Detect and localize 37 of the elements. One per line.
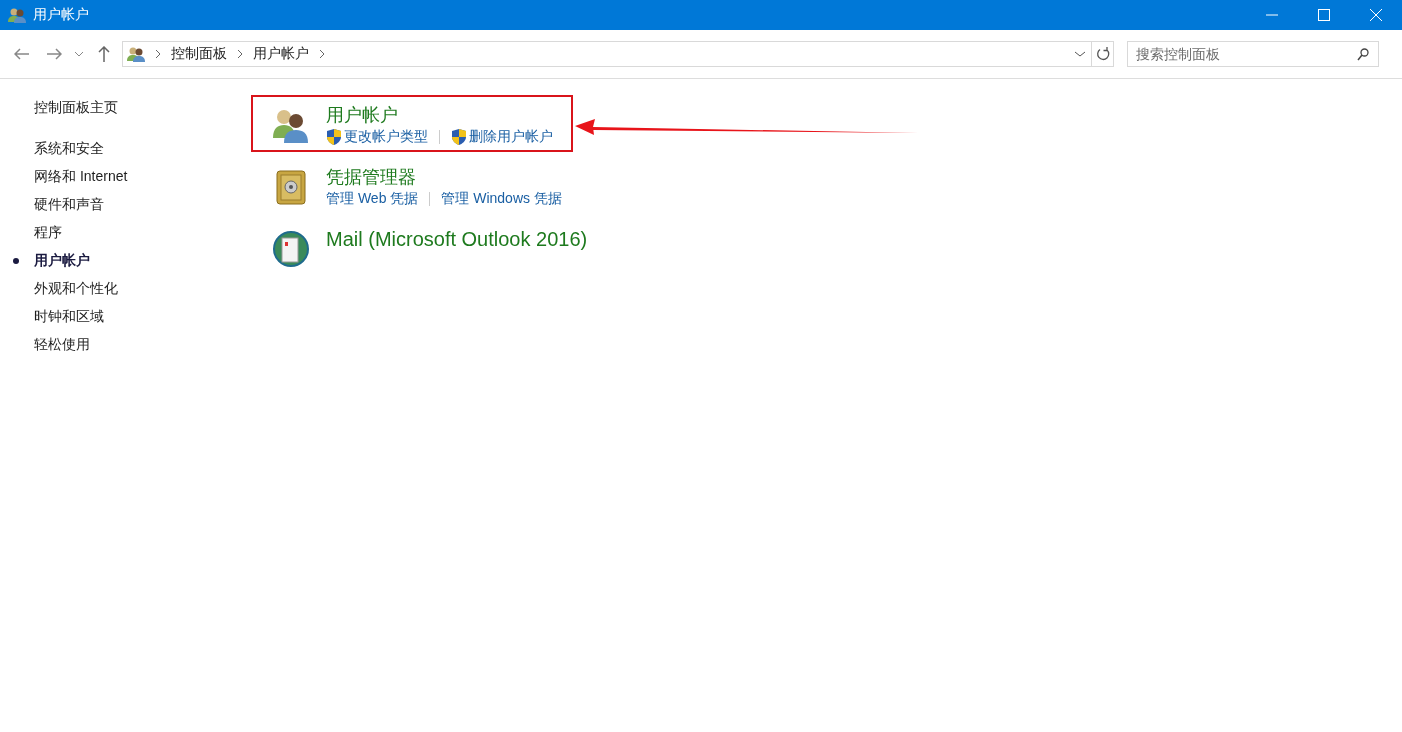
category-link[interactable]: Mail (Microsoft Outlook 2016) [326, 226, 588, 252]
chevron-icon [155, 49, 161, 59]
search-field[interactable]: 搜索控制面板 [1127, 41, 1379, 67]
task-link[interactable]: 管理 Windows 凭据 [441, 190, 562, 208]
refresh-icon[interactable] [1095, 47, 1110, 61]
task-link[interactable]: 管理 Web 凭据 [326, 190, 419, 208]
breadcrumb-item[interactable]: 控制面板 [171, 45, 227, 63]
task-link[interactable]: 删除用户帐户 [469, 128, 553, 146]
category-link[interactable]: 用户帐户 [326, 102, 553, 128]
mail-globe-icon [272, 230, 310, 268]
sidebar-link[interactable]: 硬件和声音 [34, 196, 104, 214]
close-icon[interactable] [1370, 9, 1382, 21]
forward-arrow-icon[interactable] [46, 48, 62, 60]
users-icon [8, 7, 26, 23]
caret-icon[interactable] [75, 51, 83, 57]
sidebar-link[interactable]: 时钟和区域 [34, 308, 104, 326]
back-arrow-icon[interactable] [14, 48, 30, 60]
up-arrow-icon[interactable] [98, 46, 110, 62]
sidebar-link[interactable]: 系统和安全 [34, 140, 104, 158]
breadcrumb-item[interactable]: 用户帐户 [253, 45, 309, 63]
window-title: 用户帐户 [33, 6, 89, 24]
address-bar[interactable]: 控制面板 用户帐户 [122, 41, 1092, 67]
search-icon [1357, 48, 1369, 61]
sidebar-link[interactable]: 控制面板主页 [34, 99, 251, 117]
selected-bullet-icon [13, 258, 19, 264]
category-link[interactable]: 凭据管理器 [326, 164, 562, 190]
sidebar-link[interactable]: 外观和个性化 [34, 280, 118, 298]
sidebar-link[interactable]: 程序 [34, 224, 62, 242]
sidebar-link[interactable]: 网络和 Internet [34, 168, 128, 186]
sidebar-link[interactable]: 用户帐户 [34, 252, 90, 270]
task-link[interactable]: 更改帐户类型 [344, 128, 428, 146]
sidebar-link[interactable]: 轻松使用 [34, 336, 90, 354]
dropdown-caret-icon[interactable] [1075, 51, 1085, 57]
chevron-icon [319, 49, 325, 59]
users-icon [127, 46, 145, 62]
maximize-icon[interactable] [1318, 9, 1330, 21]
chevron-icon [237, 49, 243, 59]
